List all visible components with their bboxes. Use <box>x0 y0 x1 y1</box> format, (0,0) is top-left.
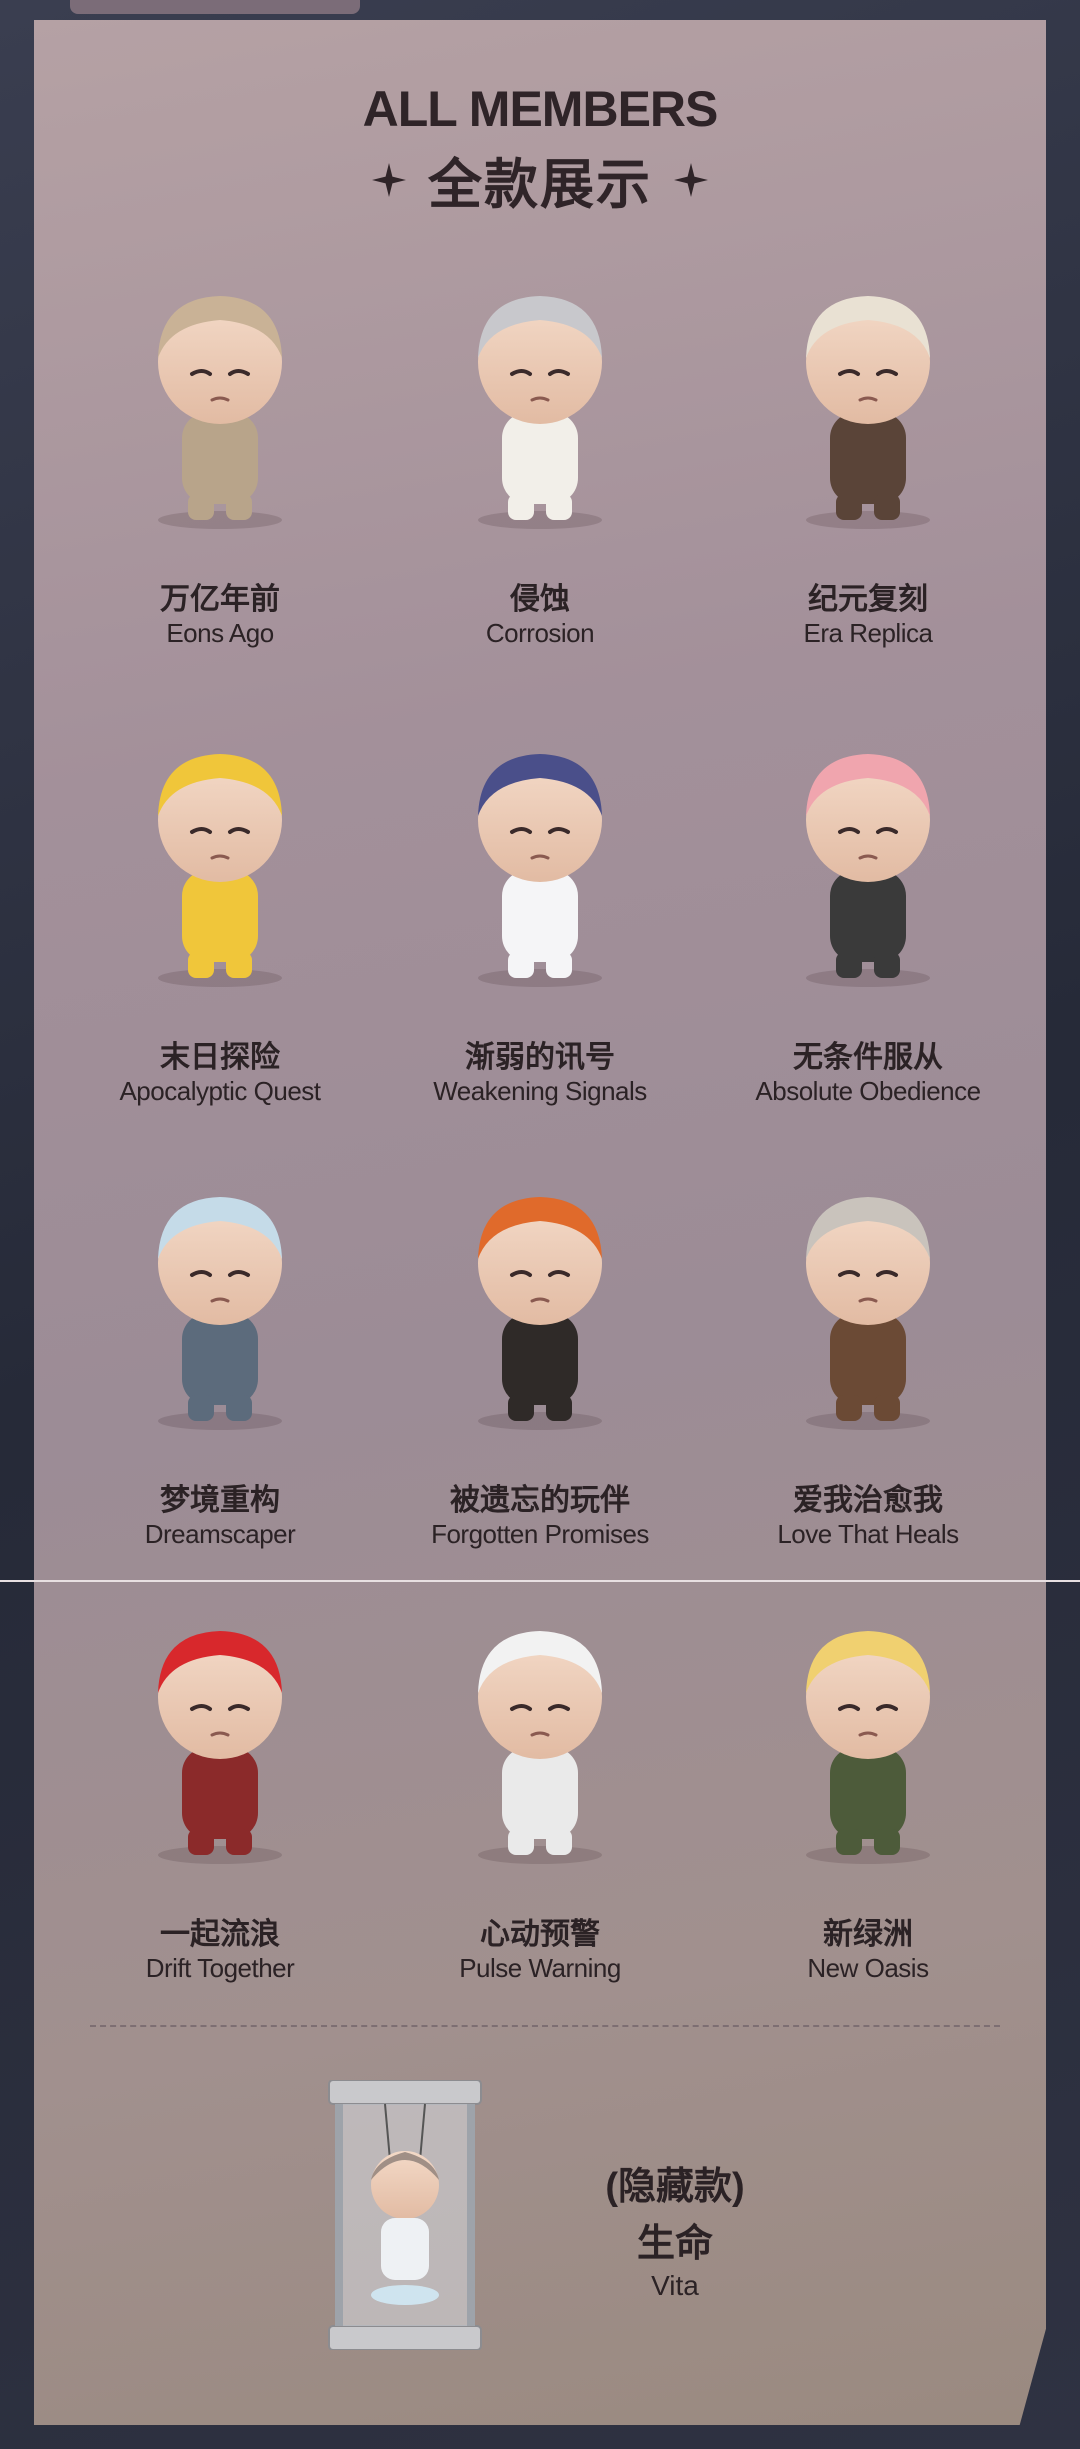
member-name-cn: 末日探险 <box>160 1041 280 1074</box>
sparkle-icon <box>372 162 406 197</box>
member-name-en: Love That Heals <box>777 1519 959 1549</box>
member-name-en: Drift Together <box>145 1953 295 1983</box>
skull-hat-figure-image <box>806 296 930 529</box>
member-name-cn: 一起流浪 <box>160 1918 280 1951</box>
member-name-en: Dreamscaper <box>144 1519 296 1549</box>
pink-hair-figure-image <box>806 754 930 987</box>
hidden-name-en: Vita <box>651 2270 699 2301</box>
member-name-cn: 被遗忘的玩伴 <box>450 1484 630 1517</box>
member-name-cn: 新绿洲 <box>823 1918 913 1951</box>
astronaut-figure-image <box>478 754 602 987</box>
headphones-figure-image <box>806 1631 930 1864</box>
hooded-baby-figure-image <box>158 296 282 529</box>
hidden-edition-label: (隐藏款) <box>605 2166 745 2208</box>
member-name-en: Forgotten Promises <box>431 1519 649 1549</box>
member-name-en: Apocalyptic Quest <box>119 1076 321 1106</box>
member-name-cn: 渐弱的讯号 <box>465 1041 615 1074</box>
member-name-cn: 纪元复刻 <box>808 583 928 616</box>
yellow-hood-figure-image <box>158 754 282 987</box>
stump-sitting-figure-image <box>806 1197 930 1430</box>
robot-helmet-figure-image <box>478 1631 602 1864</box>
hidden-name-cn: 生命 <box>636 2223 713 2265</box>
section-divider <box>0 1580 1080 1582</box>
member-name-en: Corrosion <box>485 618 595 648</box>
member-name-cn: 万亿年前 <box>160 583 280 616</box>
panel-top-tab <box>70 0 360 14</box>
title-en: ALL MEMBERS <box>362 81 719 137</box>
capsule-figure-image <box>328 2080 482 2350</box>
member-name-en: Eons Ago <box>166 618 274 648</box>
member-name-cn: 无条件服从 <box>793 1041 943 1074</box>
title-cn: 全款展示 <box>428 155 652 215</box>
member-name-cn: 侵蚀 <box>510 583 570 616</box>
red-hair-figure-image <box>158 1631 282 1864</box>
member-name-cn: 梦境重构 <box>160 1484 280 1517</box>
cone-hat-figure-image <box>478 1197 602 1430</box>
dashed-separator <box>90 2025 1000 2027</box>
silver-helmet-figure-image <box>478 296 602 529</box>
member-name-en: Absolute Obedience <box>755 1076 981 1106</box>
goggles-figure-image <box>158 1197 282 1430</box>
member-name-cn: 心动预警 <box>480 1918 600 1951</box>
member-name-en: Pulse Warning <box>459 1953 621 1983</box>
title-cn-row: 全款展示 <box>0 140 1080 219</box>
sparkle-icon <box>674 162 708 197</box>
member-name-en: Era Replica <box>803 618 933 648</box>
member-name-cn: 爱我治愈我 <box>793 1484 943 1517</box>
member-name-en: Weakening Signals <box>433 1076 647 1106</box>
member-name-en: New Oasis <box>807 1953 929 1983</box>
